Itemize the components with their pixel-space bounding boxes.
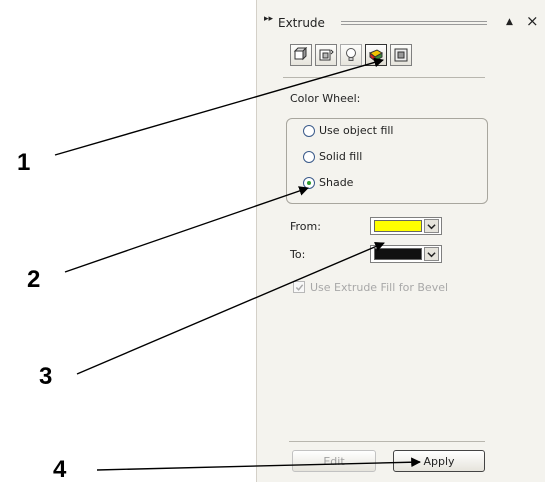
extrude-color-button[interactable] — [365, 44, 387, 66]
title-divider — [341, 24, 487, 25]
extrude-camera-button[interactable] — [290, 44, 312, 66]
shade-radio[interactable] — [303, 177, 315, 189]
minimize-panel-icon[interactable]: ▲ — [506, 18, 513, 27]
edit-button[interactable]: Edit — [292, 450, 376, 472]
extrude-rotation-icon — [319, 49, 334, 61]
title-divider — [341, 21, 487, 22]
extrude-color-icon — [369, 49, 383, 63]
from-color-swatch — [374, 220, 422, 232]
to-label: To: — [290, 248, 306, 261]
chevron-down-icon — [427, 251, 436, 257]
extrude-lighting-button[interactable] — [340, 44, 362, 66]
callout-number-1: 1 — [17, 149, 31, 176]
extrude-lighting-icon — [346, 48, 356, 61]
callout-number-3: 3 — [39, 363, 53, 390]
extrude-camera-icon — [293, 47, 308, 61]
callout-number-4: 4 — [53, 456, 67, 483]
use-extrude-fill-for-bevel-label[interactable]: Use Extrude Fill for Bevel — [310, 281, 448, 294]
extrude-rotation-button[interactable] — [315, 44, 337, 66]
solid-fill-radio[interactable] — [303, 151, 315, 163]
bottom-divider — [289, 441, 485, 442]
chevron-down-icon — [427, 223, 436, 229]
close-panel-icon[interactable]: × — [526, 14, 539, 29]
use-object-fill-label[interactable]: Use object fill — [319, 124, 393, 137]
apply-button[interactable]: Apply — [393, 450, 485, 472]
color-wheel-label: Color Wheel: — [290, 92, 361, 105]
use-extrude-fill-for-bevel-checkbox[interactable] — [293, 281, 305, 293]
to-color-swatch — [374, 248, 422, 260]
extrude-bevel-button[interactable] — [390, 44, 412, 66]
callout-number-2: 2 — [27, 266, 41, 293]
to-dropdown-arrow[interactable] — [424, 247, 439, 261]
collapse-panel-icon[interactable]: ▸▸ — [264, 15, 273, 24]
from-dropdown-arrow[interactable] — [424, 219, 439, 233]
solid-fill-label[interactable]: Solid fill — [319, 150, 362, 163]
shade-label[interactable]: Shade — [319, 176, 353, 189]
panel-title: Extrude — [278, 16, 325, 30]
to-color-picker[interactable] — [370, 245, 442, 263]
extrude-bevel-icon — [394, 48, 408, 62]
checkmark-icon — [295, 283, 303, 291]
from-label: From: — [290, 220, 321, 233]
use-object-fill-radio[interactable] — [303, 125, 315, 137]
from-color-picker[interactable] — [370, 217, 442, 235]
toolbar-divider — [283, 77, 485, 78]
extrude-docker-panel — [256, 0, 545, 482]
